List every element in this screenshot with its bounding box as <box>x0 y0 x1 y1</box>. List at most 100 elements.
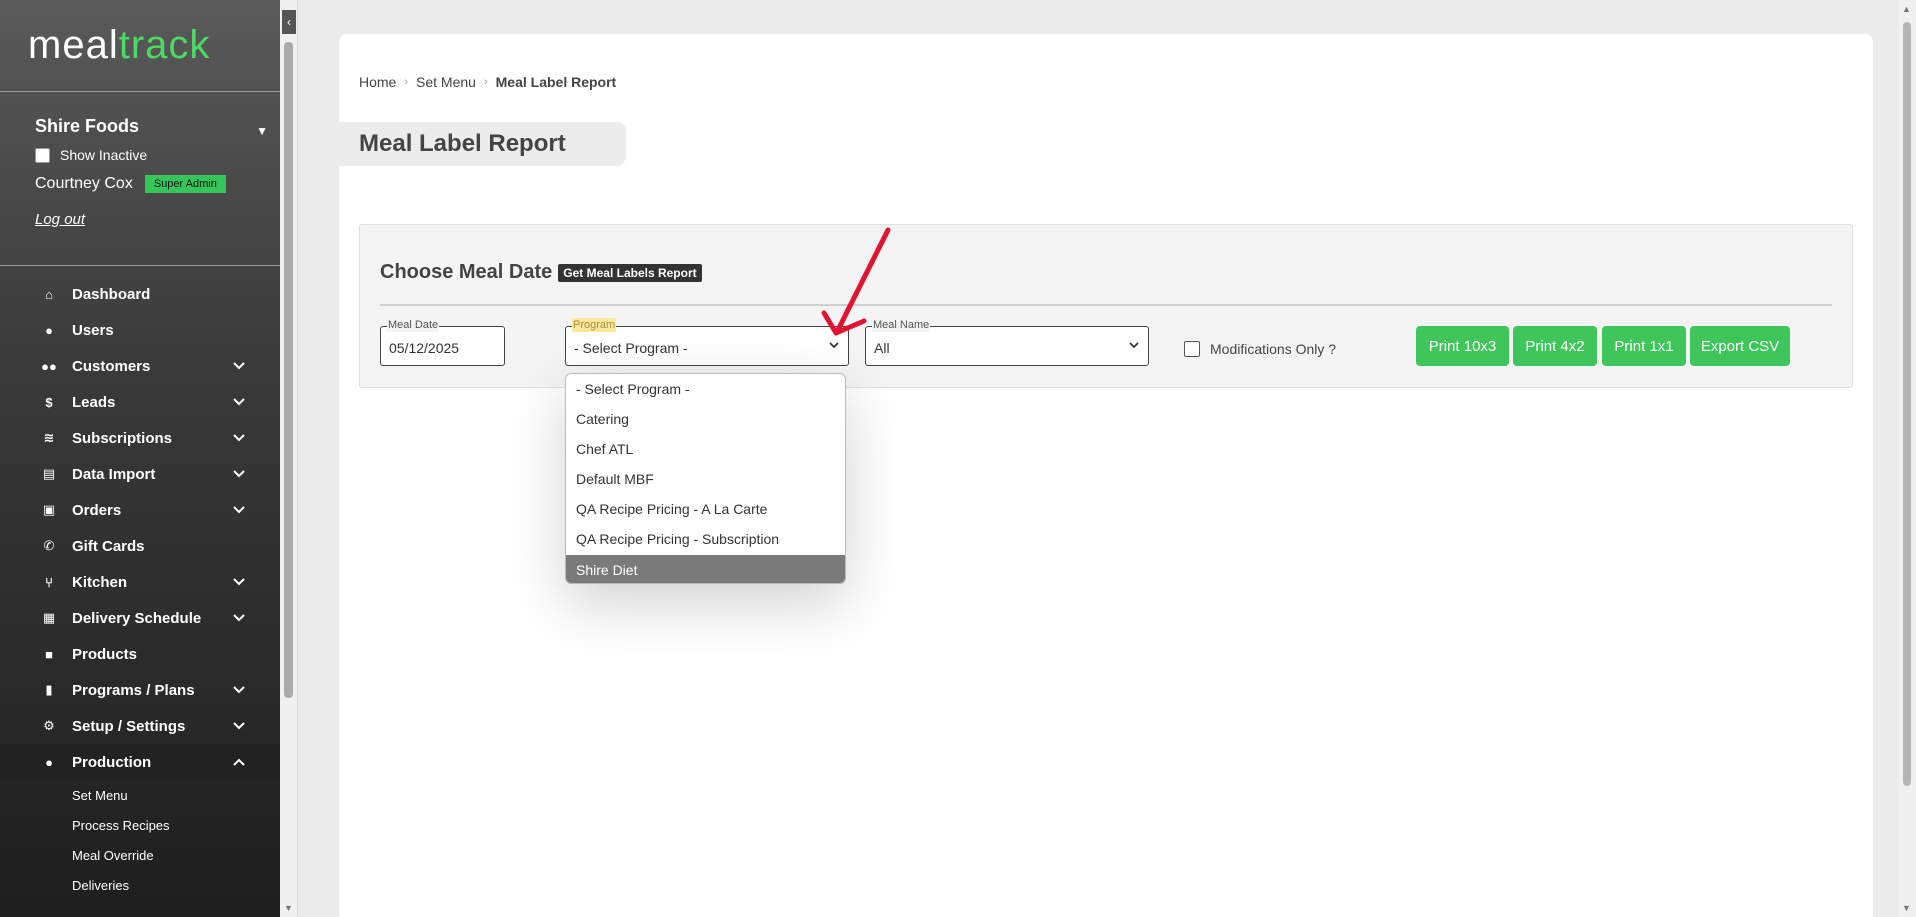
logout-link[interactable]: Log out <box>35 211 85 228</box>
sidebar-item-setup-settings[interactable]: ⚙ Setup / Settings <box>0 708 280 744</box>
show-inactive-label: Show Inactive <box>60 147 148 163</box>
meal-date-field[interactable]: Meal Date 05/12/2025 <box>380 318 505 366</box>
sidebar-item-label: Users <box>72 321 114 339</box>
meal-name-selected-value: All <box>874 340 890 356</box>
account-panel: Shire Foods ▼ Show Inactive Courtney Cox… <box>0 92 280 266</box>
logo-text-track: track <box>118 23 211 67</box>
program-option[interactable]: Default MBF <box>566 464 845 494</box>
sidebar-item-label: Dashboard <box>72 285 151 303</box>
modifications-only-label: Modifications Only ? <box>1210 341 1337 357</box>
chevron-down-icon[interactable] <box>232 574 246 591</box>
report-filter-panel: Choose Meal Date Get Meal Labels Report … <box>359 224 1853 388</box>
program-dropdown-list[interactable]: - Select Program - Catering Chef ATL Def… <box>565 373 846 584</box>
collapse-sidebar-icon[interactable]: ‹ <box>282 10 296 34</box>
chevron-down-icon[interactable] <box>232 718 246 735</box>
divider <box>380 304 1832 306</box>
chevron-up-icon[interactable] <box>232 754 246 771</box>
clipboard-icon: ▮ <box>45 682 53 697</box>
scroll-up-arrow-icon[interactable]: ▲ <box>1902 4 1911 14</box>
sidebar-scrollbar[interactable]: ‹ ▼ <box>280 0 298 917</box>
sidebar-item-gift-cards[interactable]: ✆ Gift Cards <box>0 528 280 564</box>
breadcrumb-current: Meal Label Report <box>495 74 617 90</box>
sidebar-item-label: Production <box>72 753 152 771</box>
export-csv-button[interactable]: Export CSV <box>1690 326 1790 366</box>
sidebar-subitem-deliveries[interactable]: Deliveries <box>0 870 280 900</box>
sidebar-item-orders[interactable]: ▣ Orders <box>0 492 280 528</box>
caret-down-icon[interactable]: ▼ <box>256 124 268 138</box>
breadcrumb-home-link[interactable]: Home <box>359 74 396 90</box>
program-option[interactable]: Chef ATL <box>566 434 845 464</box>
sidebar-item-data-import[interactable]: ▤ Data Import <box>0 456 280 492</box>
chevron-down-icon <box>828 339 840 353</box>
meal-name-select[interactable]: Meal Name All <box>865 318 1149 366</box>
chevron-down-icon[interactable] <box>232 466 246 483</box>
sidebar-item-leads[interactable]: $ Leads <box>0 384 280 420</box>
file-icon: ▤ <box>42 466 56 481</box>
program-option[interactable]: Catering <box>566 404 845 434</box>
program-label: Program <box>572 318 617 332</box>
page-title: Meal Label Report <box>359 130 566 157</box>
program-option-highlighted[interactable]: Shire Diet <box>566 555 845 583</box>
print-1x1-button[interactable]: Print 1x1 <box>1602 326 1686 366</box>
sidebar-scroll-thumb[interactable] <box>284 42 293 698</box>
modifications-only-toggle[interactable]: Modifications Only ? <box>1184 341 1336 357</box>
chevron-down-icon[interactable] <box>232 682 246 699</box>
page-title-tab: Meal Label Report <box>339 122 626 166</box>
chevron-down-icon[interactable] <box>232 610 246 627</box>
meal-date-value: 05/12/2025 <box>389 340 460 356</box>
sidebar-item-delivery-schedule[interactable]: ▦ Delivery Schedule <box>0 600 280 636</box>
show-inactive-toggle[interactable]: Show Inactive <box>35 147 280 163</box>
users-icon: ●● <box>41 358 57 374</box>
breadcrumb-set-menu-link[interactable]: Set Menu <box>416 74 476 90</box>
sidebar-item-subscriptions[interactable]: ≋ Subscriptions <box>0 420 280 456</box>
sidebar-item-label: Setup / Settings <box>72 717 186 735</box>
company-name: Shire Foods <box>35 116 140 136</box>
chevron-down-icon[interactable] <box>232 502 246 519</box>
program-option[interactable]: - Select Program - <box>566 374 845 404</box>
sidebar-item-label: Orders <box>72 501 122 519</box>
sidebar-item-users[interactable]: ● Users <box>0 312 280 348</box>
sidebar-item-customers[interactable]: ●● Customers <box>0 348 280 384</box>
sidebar-item-label: Customers <box>72 357 151 375</box>
show-inactive-checkbox[interactable] <box>35 147 50 163</box>
company-selector[interactable]: Shire Foods <box>35 116 280 137</box>
sidebar-item-production[interactable]: ● Production <box>0 744 280 780</box>
chevron-down-icon[interactable] <box>232 358 246 375</box>
sidebar-subitem-set-menu[interactable]: Set Menu <box>0 780 280 810</box>
utensils-icon: ⑂ <box>45 574 53 590</box>
sidebar-item-products[interactable]: ■ Products <box>0 636 280 672</box>
get-meal-labels-report-button[interactable]: Get Meal Labels Report <box>558 263 702 282</box>
chevron-down-icon[interactable] <box>232 394 246 411</box>
panel-header: Choose Meal Date Get Meal Labels Report <box>380 261 702 284</box>
sidebar-item-label: Leads <box>72 393 116 411</box>
scroll-down-arrow-icon[interactable]: ▼ <box>284 903 293 913</box>
sidebar-item-programs-plans[interactable]: ▮ Programs / Plans <box>0 672 280 708</box>
bag-icon: ▣ <box>42 502 56 517</box>
box-icon: ■ <box>45 646 53 662</box>
page-scrollbar[interactable]: ▲ ▼ <box>1898 0 1916 917</box>
print-10x3-button[interactable]: Print 10x3 <box>1416 326 1509 366</box>
sidebar-item-label: Gift Cards <box>72 537 145 555</box>
brand-logo[interactable]: meal track <box>0 0 280 92</box>
page-scroll-thumb[interactable] <box>1903 22 1911 786</box>
calendar-icon: ▦ <box>42 610 56 625</box>
sidebar-item-dashboard[interactable]: ⌂ Dashboard <box>0 276 280 312</box>
chevron-down-icon[interactable] <box>232 430 246 447</box>
program-option[interactable]: QA Recipe Pricing - Subscription <box>566 524 845 554</box>
sidebar-item-kitchen[interactable]: ⑂ Kitchen <box>0 564 280 600</box>
sidebar-item-label: Delivery Schedule <box>72 609 202 627</box>
user-icon: ● <box>45 322 53 338</box>
dollar-icon: $ <box>45 394 53 410</box>
modifications-only-checkbox[interactable] <box>1184 341 1200 357</box>
sidebar-subitem-process-recipes[interactable]: Process Recipes <box>0 810 280 840</box>
breadcrumb: Home › Set Menu › Meal Label Report <box>359 74 616 90</box>
chevron-down-icon <box>1128 339 1140 353</box>
layers-icon: ≋ <box>43 430 55 445</box>
program-option[interactable]: QA Recipe Pricing - A La Carte <box>566 494 845 524</box>
print-4x2-button[interactable]: Print 4x2 <box>1513 326 1597 366</box>
annotation-arrow-icon <box>821 227 891 336</box>
scroll-down-arrow-icon[interactable]: ▼ <box>1902 903 1911 913</box>
sidebar-subitem-meal-override[interactable]: Meal Override <box>0 840 280 870</box>
user-info: Courtney Cox Super Admin <box>35 175 280 193</box>
program-select[interactable]: Program - Select Program - <box>565 318 849 366</box>
